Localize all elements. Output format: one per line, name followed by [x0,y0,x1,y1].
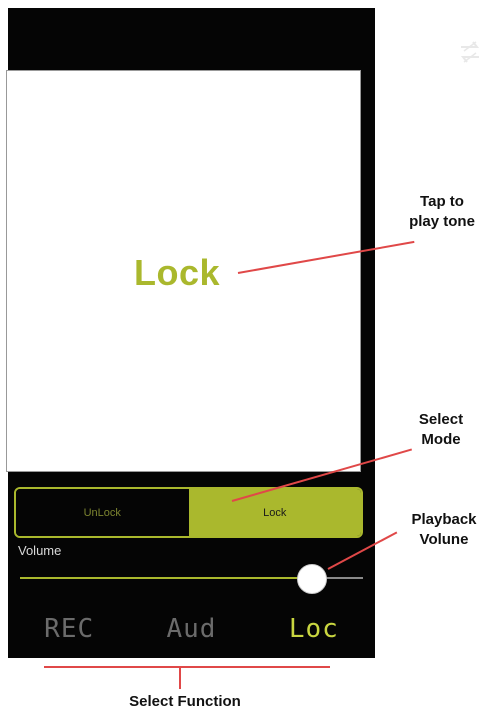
mode-option-lock[interactable]: Lock [188,489,361,536]
annotation-volume-line2: Volune [419,531,469,548]
volume-slider[interactable] [20,564,363,594]
annotation-select-function: Select Function [129,693,241,710]
tab-aud[interactable]: Aud [130,600,252,658]
volume-slider-thumb[interactable] [297,564,327,594]
annotation-tap-to-play: Tap to play tone [392,192,492,232]
volume-label: Volume [18,543,62,558]
display-mode-text[interactable]: Lock [134,252,220,294]
tab-loc[interactable]: Loc [253,600,375,658]
annotation-mode-line1: Select [418,411,464,428]
swap-icon[interactable] [457,38,483,66]
annotation-select-mode: Select Mode [396,410,486,450]
function-tab-bar: REC Aud Loc [8,600,375,658]
annotation-volume-line1: Playback [411,511,477,528]
annotation-playback-volume: Playback Volune [396,510,492,550]
mode-option-unlock[interactable]: UnLock [16,489,189,536]
annotation-tap-line2: play tone [409,213,475,230]
volume-track-fill [20,577,312,579]
annotation-tap-line1: Tap to [420,193,464,210]
annotation-mode-line2: Mode [421,431,461,448]
annotation-bracket-function [44,666,330,668]
mode-segmented-control[interactable]: UnLock Lock [14,487,363,538]
annotation-bracket-stem [179,667,181,689]
tab-rec[interactable]: REC [8,600,130,658]
